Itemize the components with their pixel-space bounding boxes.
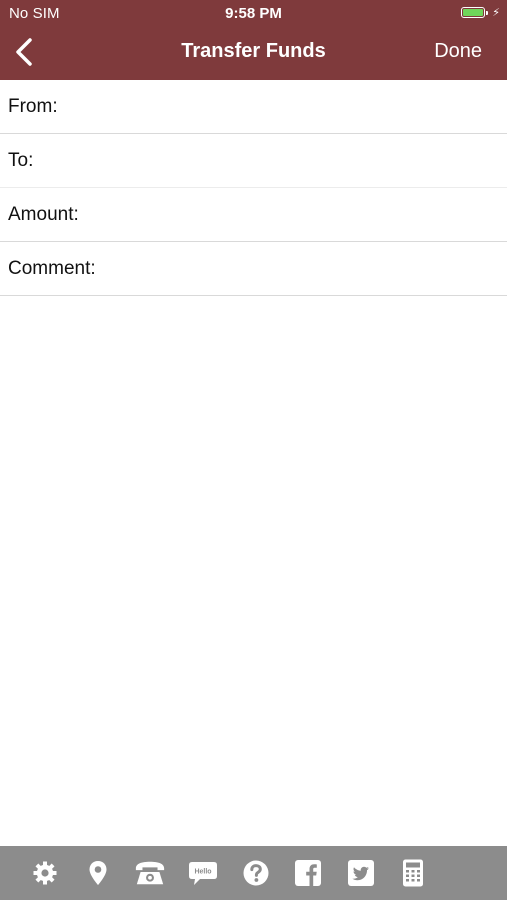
facebook-button[interactable] [292,857,324,889]
status-bar: No SIM 9:58 PM ⚡ [0,0,507,28]
to-label: To: [8,149,34,171]
calculator-button[interactable] [397,857,429,889]
status-time: 9:58 PM [225,5,282,22]
nav-bar: Transfer Funds Done [0,28,507,80]
twitter-button[interactable] [345,857,377,889]
amount-field[interactable] [84,203,507,226]
chat-button[interactable]: Hello [187,857,219,889]
amount-label: Amount: [8,203,79,225]
battery-icon [461,7,488,18]
location-button[interactable] [82,857,114,889]
to-row[interactable]: To: [0,134,507,188]
gear-icon [33,861,57,885]
settings-button[interactable] [29,857,61,889]
comment-label: Comment: [8,257,96,279]
location-pin-icon [89,861,107,885]
amount-row[interactable]: Amount: [0,188,507,242]
transfer-form: From: To: Amount: Comment: [0,80,507,296]
from-field[interactable] [63,95,507,118]
facebook-icon [295,860,321,886]
twitter-icon [348,860,374,886]
calculator-icon [403,859,423,887]
bottom-toolbar: Hello [0,846,507,900]
from-label: From: [8,95,58,117]
chat-bubble-text: Hello [194,869,211,876]
to-field[interactable] [39,149,507,172]
battery-tip [486,10,488,15]
chat-bubble-icon: Hello [189,862,217,885]
from-row[interactable]: From: [0,80,507,134]
page-title: Transfer Funds [181,40,326,62]
comment-field[interactable] [101,257,507,280]
call-button[interactable] [134,857,166,889]
header: No SIM 9:58 PM ⚡ Transfer Funds Done [0,0,507,80]
bolt-icon: ⚡ [492,7,500,19]
battery-level-fill [463,9,483,16]
phone-icon [135,861,165,885]
done-button[interactable]: Done [434,40,482,63]
help-icon [243,860,269,886]
help-button[interactable] [240,857,272,889]
comment-row[interactable]: Comment: [0,242,507,296]
